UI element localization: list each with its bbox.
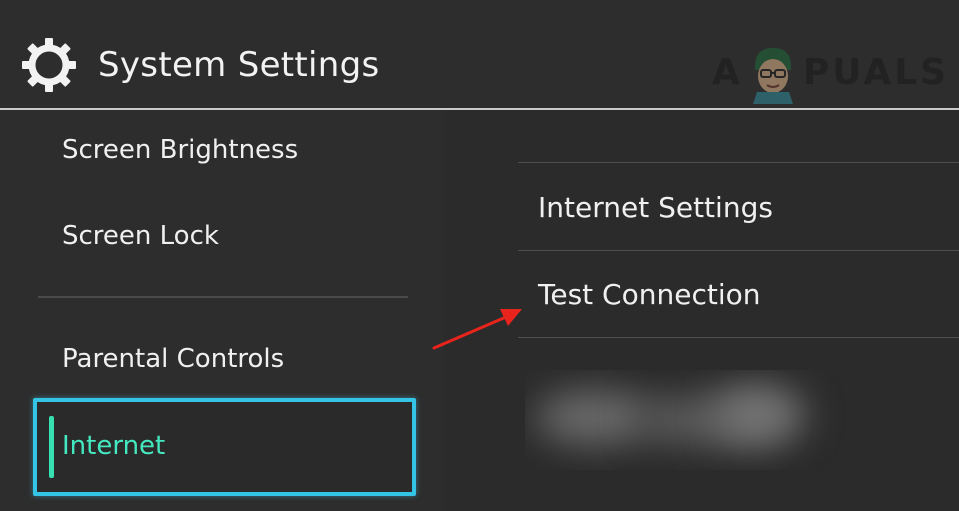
right-divider-bottom: [518, 337, 959, 338]
watermark: A PUALS: [712, 40, 949, 104]
test-connection-option[interactable]: Test Connection: [538, 273, 760, 317]
mascot-icon: [752, 48, 793, 104]
settings-screen: System Settings A PUALS Screen Brightnes…: [0, 0, 959, 511]
header: System Settings A PUALS: [0, 0, 959, 108]
right-divider-middle: [518, 250, 959, 251]
menu-item-screen-brightness[interactable]: Screen Brightness: [62, 130, 298, 170]
internet-settings-option[interactable]: Internet Settings: [538, 186, 773, 230]
gear-icon: [22, 38, 76, 92]
right-divider-top: [518, 162, 959, 163]
selection-indicator: [49, 416, 54, 478]
menu-item-parental-controls[interactable]: Parental Controls: [62, 339, 284, 379]
menu-divider: [38, 296, 408, 298]
red-arrow-icon: [432, 309, 522, 350]
menu-item-internet-label: Internet: [62, 431, 166, 461]
page-title: System Settings: [98, 45, 380, 85]
watermark-text-right: PUALS: [802, 51, 950, 93]
watermark-text-left: A: [712, 51, 743, 93]
menu-item-internet-selected[interactable]: Internet: [33, 398, 416, 496]
menu-item-screen-lock[interactable]: Screen Lock: [62, 216, 219, 256]
blurred-content: [525, 370, 959, 470]
